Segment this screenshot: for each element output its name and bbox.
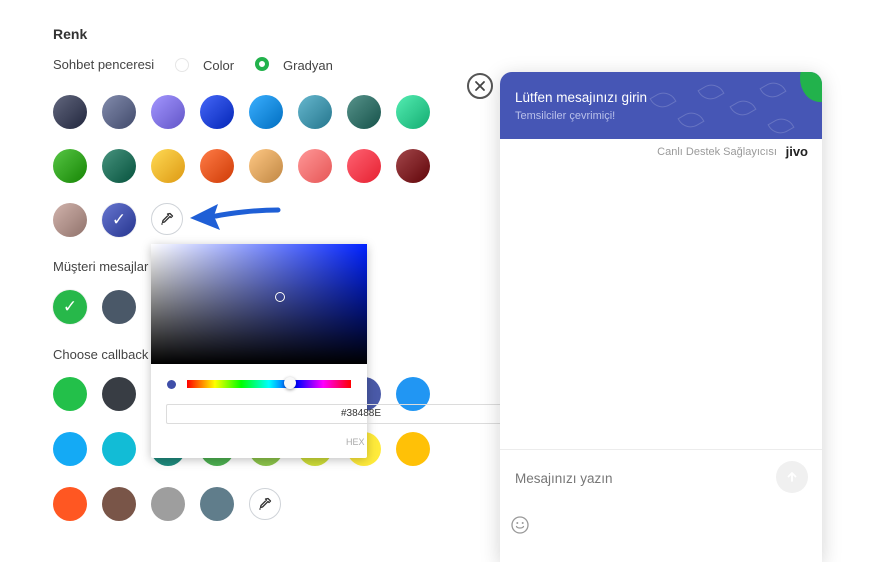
footer-divider xyxy=(500,449,822,450)
customer-swatch[interactable] xyxy=(102,290,136,324)
current-color-preview xyxy=(167,380,176,389)
widget-header: Lütfen mesajınızı girin Temsilciler çevr… xyxy=(500,72,822,139)
customer-swatch[interactable]: ✓ xyxy=(53,290,87,324)
radio-color-label[interactable]: Color xyxy=(203,58,234,73)
format-label[interactable]: HEX xyxy=(346,437,365,447)
widget-subtitle: Temsilciler çevrimiçi! xyxy=(515,110,616,122)
custom-color-button[interactable] xyxy=(151,203,183,235)
gradient-swatch[interactable] xyxy=(151,149,185,183)
send-button[interactable] xyxy=(776,461,808,493)
leaf-pattern-icon xyxy=(729,95,757,121)
leaf-pattern-icon xyxy=(759,77,787,103)
emoji-button[interactable] xyxy=(510,515,530,540)
gradient-swatch[interactable] xyxy=(396,149,430,183)
customer-messages-label: Müşteri mesajlar xyxy=(53,259,149,274)
gradient-swatch[interactable] xyxy=(102,95,136,129)
header-accent-corner xyxy=(800,72,822,102)
hue-slider[interactable] xyxy=(187,380,351,388)
callback-swatch[interactable] xyxy=(396,432,430,466)
gradient-swatch[interactable] xyxy=(249,149,283,183)
provider-text: Canlı Destek Sağlayıcısı xyxy=(657,146,777,158)
gradient-swatch[interactable] xyxy=(53,203,87,237)
hue-slider-thumb[interactable] xyxy=(284,377,296,389)
leaf-pattern-icon xyxy=(767,113,795,139)
widget-close-button[interactable] xyxy=(467,73,493,99)
callback-swatch[interactable] xyxy=(53,487,87,521)
brand-logo[interactable]: jivo xyxy=(786,144,808,159)
gradient-swatch[interactable] xyxy=(102,149,136,183)
section-title: Renk xyxy=(53,26,88,42)
gradient-swatch[interactable] xyxy=(200,95,234,129)
widget-title: Lütfen mesajınızı girin xyxy=(515,90,648,105)
saturation-cursor[interactable] xyxy=(275,292,285,302)
callback-swatch[interactable] xyxy=(53,432,87,466)
gradient-swatch[interactable] xyxy=(298,95,332,129)
gradient-swatch[interactable] xyxy=(53,149,87,183)
saturation-area[interactable] xyxy=(151,244,367,364)
gradient-swatch[interactable] xyxy=(298,149,332,183)
gradient-swatch[interactable] xyxy=(347,95,381,129)
gradient-swatch[interactable] xyxy=(347,149,381,183)
color-picker-popup: #38488E HEX xyxy=(151,244,502,458)
callback-swatch[interactable] xyxy=(102,487,136,521)
checkmark-icon: ✓ xyxy=(62,297,78,316)
callback-swatch[interactable] xyxy=(200,487,234,521)
smiley-icon xyxy=(511,516,529,534)
gradient-swatch[interactable] xyxy=(396,95,430,129)
eyedropper-icon xyxy=(161,212,174,225)
callback-swatch[interactable] xyxy=(151,487,185,521)
chat-widget-preview: Lütfen mesajınızı girin Temsilciler çevr… xyxy=(500,72,822,562)
hex-input[interactable]: #38488E xyxy=(166,404,502,424)
callback-custom-color-button[interactable] xyxy=(249,488,281,520)
callback-swatch[interactable] xyxy=(102,377,136,411)
callback-swatch[interactable] xyxy=(53,377,87,411)
gradient-swatch[interactable] xyxy=(53,95,87,129)
radio-gradient-label[interactable]: Gradyan xyxy=(283,58,333,73)
radio-gradient[interactable] xyxy=(255,57,269,71)
checkmark-icon: ✓ xyxy=(111,210,127,229)
leaf-pattern-icon xyxy=(677,107,705,133)
gradient-swatch[interactable]: ✓ xyxy=(102,203,136,237)
message-input[interactable]: Mesajınızı yazın xyxy=(515,471,613,486)
callback-swatch[interactable] xyxy=(102,432,136,466)
send-arrow-icon xyxy=(787,472,797,482)
leaf-pattern-icon xyxy=(697,79,725,105)
radio-color[interactable] xyxy=(175,58,189,72)
gradient-swatch[interactable] xyxy=(200,149,234,183)
chat-window-label: Sohbet penceresi xyxy=(53,57,155,72)
arrow-pointer-icon xyxy=(190,204,281,230)
leaf-pattern-icon xyxy=(649,87,677,113)
eyedropper-icon xyxy=(259,497,272,510)
callback-label: Choose callback xyxy=(53,347,149,362)
gradient-swatch[interactable] xyxy=(249,95,283,129)
gradient-swatch[interactable] xyxy=(151,95,185,129)
close-icon xyxy=(475,81,485,91)
